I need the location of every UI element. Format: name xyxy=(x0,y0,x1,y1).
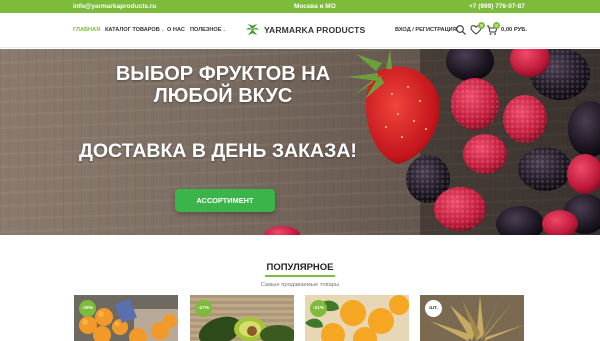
nav-item-useful-label: ПОЛЕЗНОЕ xyxy=(190,27,222,33)
cart-total[interactable]: 0,00 РУБ. xyxy=(501,27,527,33)
cart-count-badge: 0 xyxy=(493,22,500,29)
site-header: ГЛАВНАЯ КАТАЛОГ ТОВАРОВ⌄ О НАС ПОЛЕЗНОЕ⌄… xyxy=(0,13,600,48)
wishlist-count-badge: 0 xyxy=(478,22,485,29)
hero-title: ВЫБОР ФРУКТОВ НА ЛЮБОЙ ВКУС xyxy=(115,63,331,107)
hero-banner: ВЫБОР ФРУКТОВ НА ЛЮБОЙ ВКУС ДОСТАВКА В Д… xyxy=(0,49,600,235)
chevron-down-icon: ⌄ xyxy=(160,27,165,32)
product-card[interactable]: ШТ. xyxy=(420,295,524,341)
login-register-link[interactable]: ВХОД / РЕГИСТРАЦИЯ xyxy=(395,27,457,33)
discount-badge: -17% xyxy=(195,300,212,317)
product-card[interactable]: -21% xyxy=(305,295,409,341)
product-card[interactable]: -18% xyxy=(74,295,178,341)
discount-badge: -18% xyxy=(79,300,96,317)
chevron-down-icon: ⌄ xyxy=(222,27,227,32)
top-bar: info@yarmarkaproducts.ru Москва и МО +7 … xyxy=(0,0,600,13)
contact-email-link[interactable]: info@yarmarkaproducts.ru xyxy=(73,3,156,10)
product-card[interactable]: -17% xyxy=(190,295,294,341)
nav-item-catalog-label: КАТАЛОГ ТОВАРОВ xyxy=(105,27,160,33)
search-icon[interactable] xyxy=(455,24,467,36)
nav-item-home[interactable]: ГЛАВНАЯ xyxy=(73,27,100,33)
discount-badge: -21% xyxy=(310,300,327,317)
unit-badge: ШТ. xyxy=(425,300,442,317)
section-title-underline xyxy=(265,275,335,277)
logo-text: YARMARKA PRODUCTS xyxy=(264,25,366,35)
assortment-button[interactable]: АССОРТИМЕНТ xyxy=(175,189,275,212)
logo-leaf-icon xyxy=(245,23,260,36)
popular-section-title: ПОПУЛЯРНОЕ xyxy=(266,262,334,273)
hero-subtitle: ДОСТАВКА В ДЕНЬ ЗАКАЗА! xyxy=(79,140,357,162)
nav-item-useful[interactable]: ПОЛЕЗНОЕ⌄ xyxy=(190,27,226,33)
popular-section-subtitle: Самые продаваемые товары xyxy=(260,282,340,288)
region-label: Москва и МО xyxy=(294,3,336,10)
nav-item-catalog[interactable]: КАТАЛОГ ТОВАРОВ⌄ xyxy=(105,27,165,33)
contact-phone-link[interactable]: +7 (999) 776-07-87 xyxy=(469,3,525,10)
nav-item-about[interactable]: О НАС xyxy=(167,27,185,33)
